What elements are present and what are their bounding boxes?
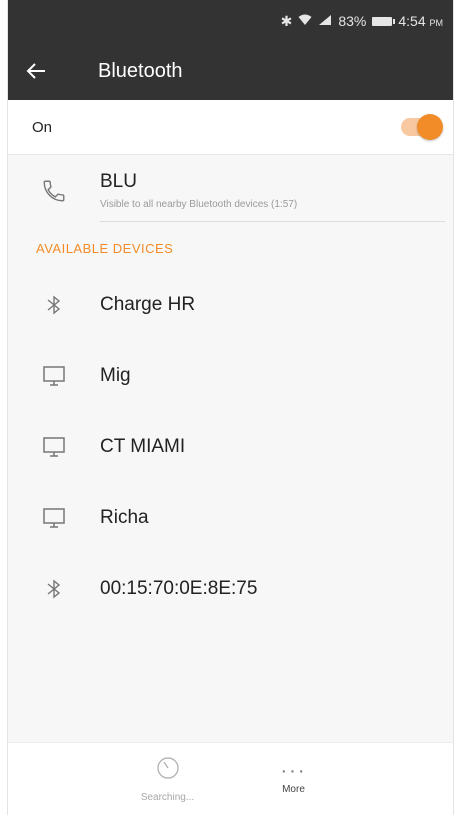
device-item-ct-miami[interactable]: CT MIAMI — [8, 411, 453, 482]
device-label: Richa — [100, 506, 149, 528]
search-label: Searching... — [140, 792, 195, 803]
bottom-action-bar: Searching... ··· More — [8, 742, 453, 815]
switch-thumb — [417, 114, 443, 140]
bluetooth-icon — [8, 293, 100, 317]
available-devices-header: AVAILABLE DEVICES — [36, 240, 174, 256]
page-title: Bluetooth — [98, 59, 183, 82]
status-bar: ✱ 83% 4:54 PM — [8, 0, 453, 42]
toggle-label: On — [32, 118, 53, 136]
device-name-texts: BLU Visible to all nearby Bluetooth devi… — [100, 161, 445, 222]
device-name-row[interactable]: BLU Visible to all nearby Bluetooth devi… — [8, 155, 453, 227]
clock: 4:54 PM — [398, 13, 443, 29]
battery-icon — [372, 16, 396, 26]
available-devices-list: Charge HR Mig CT MIAMI Richa 00:15:70:0E… — [8, 269, 453, 624]
toolbar: Bluetooth — [8, 42, 453, 100]
device-item-mig[interactable]: Mig — [8, 340, 453, 411]
refresh-search-icon — [155, 755, 181, 786]
battery-percent: 83% — [338, 13, 367, 29]
more-button[interactable]: ··· More — [259, 743, 329, 815]
device-label: CT MIAMI — [100, 435, 186, 457]
wifi-icon — [298, 13, 312, 29]
search-button[interactable]: Searching... — [133, 743, 203, 815]
device-label: 00:15:70:0E:8E:75 — [100, 577, 258, 599]
signal-icon — [318, 13, 332, 29]
bluetooth-icon — [8, 577, 100, 601]
back-arrow-icon[interactable] — [8, 60, 64, 82]
device-item-charge-hr[interactable]: Charge HR — [8, 269, 453, 340]
bluetooth-toggle-row[interactable]: On — [8, 100, 453, 155]
phone-icon — [8, 178, 100, 204]
visibility-status: Visible to all nearby Bluetooth devices … — [100, 199, 298, 210]
device-label: Charge HR — [100, 293, 196, 315]
device-label: Mig — [100, 364, 131, 386]
computer-icon — [8, 364, 100, 388]
more-label: More — [282, 783, 305, 795]
bluetooth-settings-screen: ✱ 83% 4:54 PM Bluetooth On BLU Visible t… — [7, 0, 454, 815]
device-item-richa[interactable]: Richa — [8, 482, 453, 553]
computer-icon — [8, 506, 100, 530]
more-dots-icon: ··· — [280, 759, 307, 782]
device-name: BLU — [100, 171, 137, 192]
computer-icon — [8, 435, 100, 459]
device-item-mac-address[interactable]: 00:15:70:0E:8E:75 — [8, 553, 453, 624]
bluetooth-status-icon: ✱ — [280, 12, 293, 29]
bluetooth-switch[interactable] — [401, 114, 443, 140]
